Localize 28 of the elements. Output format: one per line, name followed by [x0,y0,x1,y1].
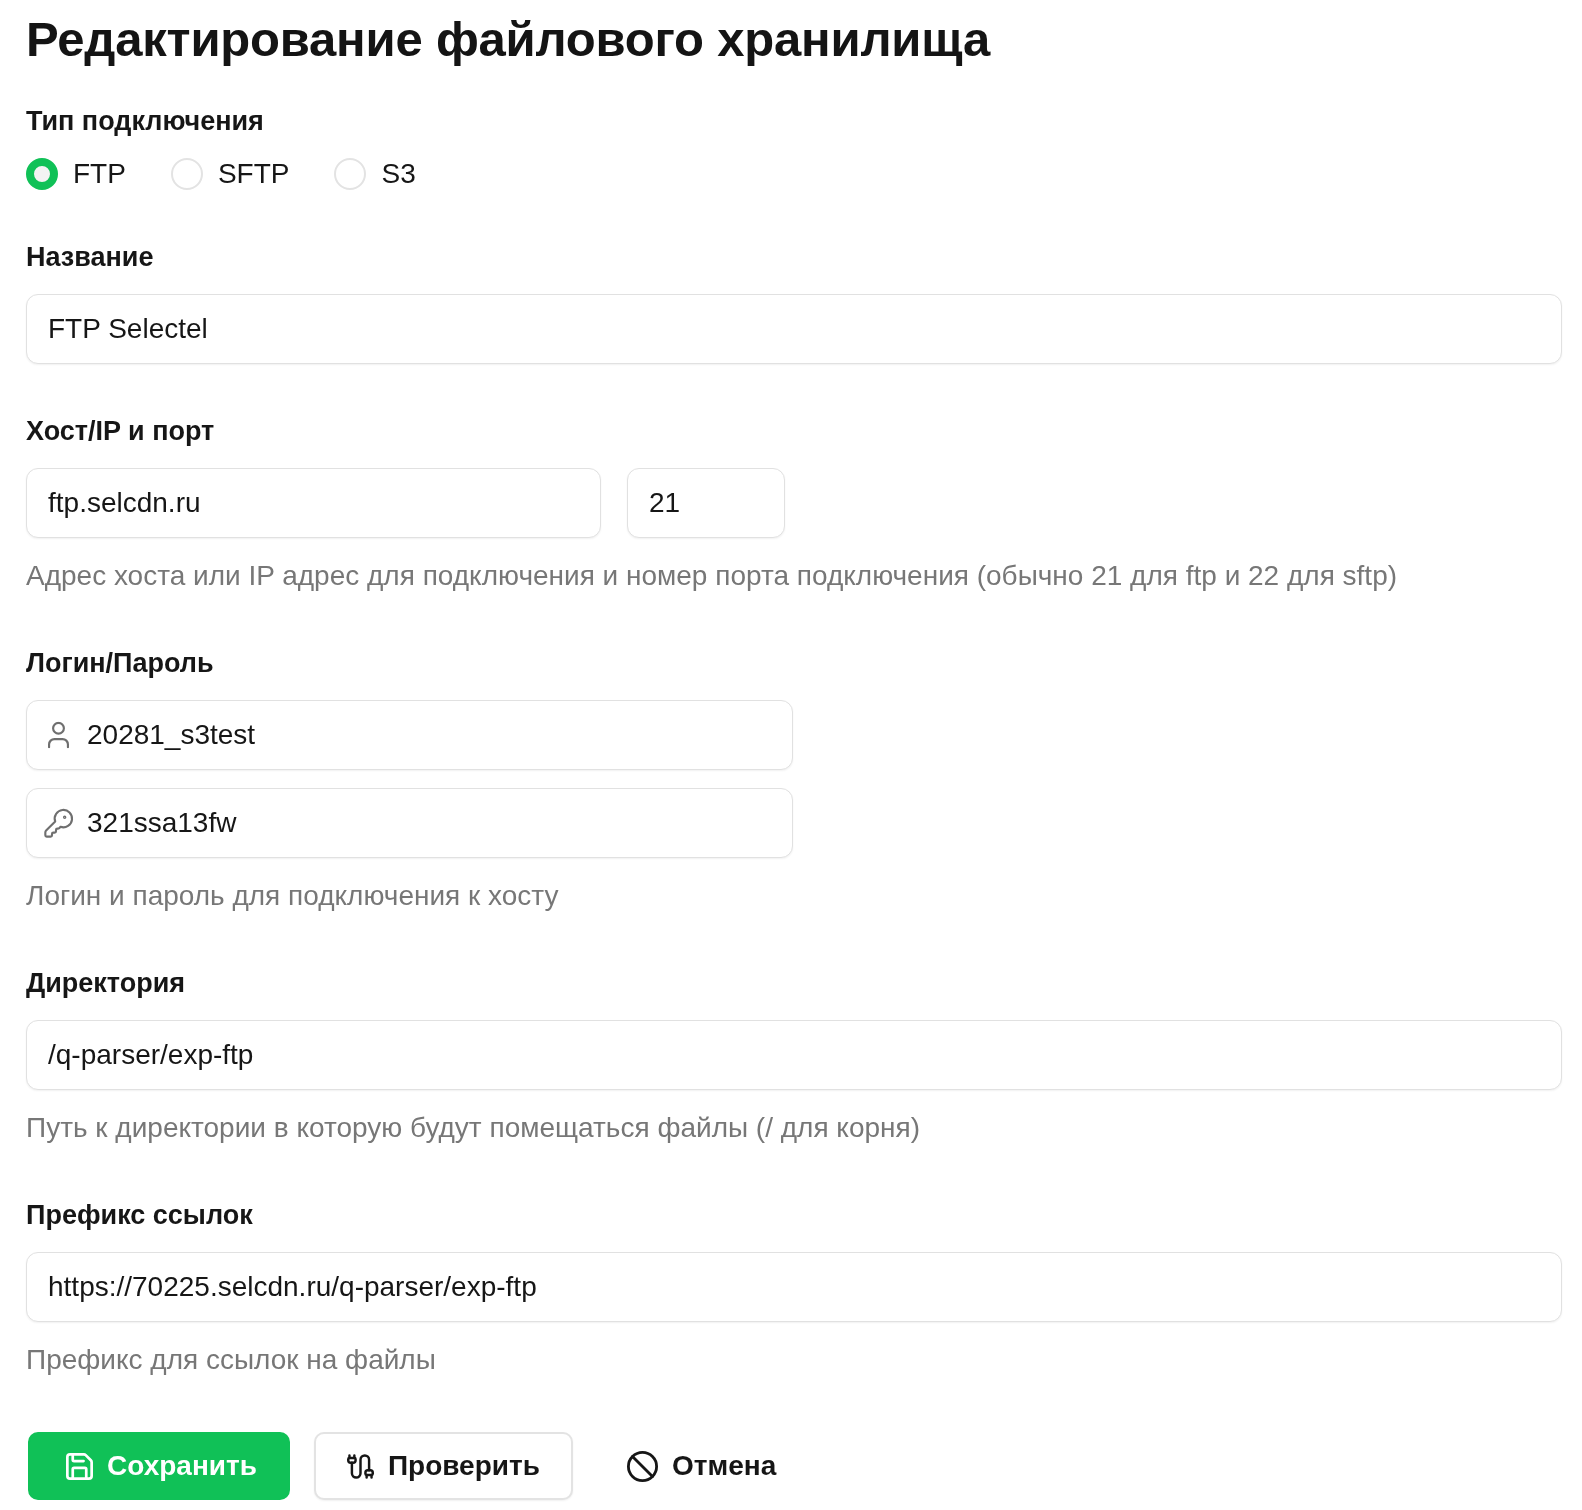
hint-text: Путь к директории в которую будут помещаться файлы (/ для корня) [26,1112,921,1144]
password-input[interactable]: 321ssa13fw [26,788,793,858]
login-input[interactable]: 20281_s3test [26,700,793,770]
hint-text: Адрес хоста или IP адрес для подключения и номер порта подключения (обычно 21 для ftp и 22 для sftp) [26,560,1398,592]
text-input[interactable]: /q-parser/exp-ftp [26,1020,1562,1090]
hint-text: Префикс для ссылок на файлы [26,1344,436,1376]
ban-icon [626,1450,658,1482]
port-input[interactable]: 21 [627,468,785,538]
connection-type-option[interactable]: S3 [334,158,416,190]
text-input[interactable]: https://70225.selcdn.ru/q-parser/exp-ftp [26,1252,1562,1322]
field-label: Название [26,241,154,273]
user-icon [47,721,70,749]
text-input[interactable]: FTP Selectel [26,294,1562,364]
radio-icon[interactable] [26,158,58,190]
field-label: Хост/IP и порт [26,415,215,447]
connection-type-option[interactable]: FTP [26,158,126,190]
hint-text: Логин и пароль для подключения к хосту [26,880,559,912]
page-title: Редактирование файлового хранилища [26,11,991,67]
field-label: Тип подключения [26,105,264,137]
key-icon [44,808,74,838]
cable-icon [346,1452,374,1480]
field-label: Префикс ссылок [26,1199,253,1231]
cancel-button[interactable]: Отмена [596,1432,789,1500]
check-button[interactable]: Проверить [313,1432,573,1500]
field-label: Директория [26,967,186,999]
connection-type-option[interactable]: SFTP [170,158,290,190]
host-input[interactable]: ftp.selcdn.ru [26,468,601,538]
field-label: Логин/Пароль [26,647,214,679]
